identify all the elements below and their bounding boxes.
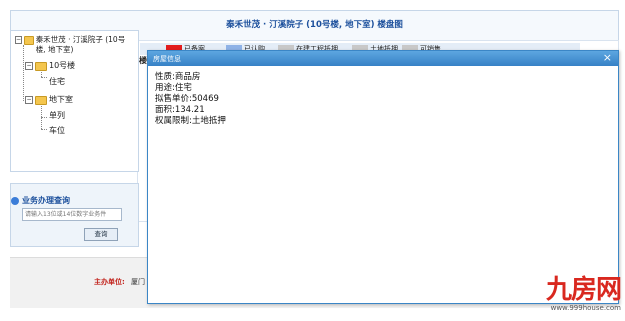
logo-text: 九房网 [545,275,622,305]
tree-connector [41,117,47,118]
close-icon[interactable]: × [603,52,612,64]
detail-area: 面积:134.21 [155,105,205,115]
tree-connector [41,77,47,78]
query-title: 业务办理查询 [11,195,70,206]
tree-node-label[interactable]: 单列 [49,111,65,121]
tree-node-parking[interactable]: 车位 [49,126,65,136]
tree-node-building[interactable]: − 10号楼 [25,61,75,71]
dialog-titlebar[interactable]: 房屋信息 × [148,51,618,66]
detail-unit-price: 拟售单价:50469 [155,94,219,104]
info-icon [11,196,19,205]
tree-connector [41,101,42,129]
tree-node-root[interactable]: − 秦禾世茂 · 汀溪院子 (10号楼, 地下室) [15,35,133,55]
tree-node-label[interactable]: 10号楼 [49,61,75,71]
collapse-icon[interactable]: − [25,96,33,104]
tree-node-label[interactable]: 住宅 [49,77,65,87]
tree-node-residential[interactable]: 住宅 [49,77,65,87]
detail-ownership-restriction: 权属限制:土地抵押 [155,116,226,126]
collapse-icon[interactable]: − [15,36,23,44]
detail-usage: 用途:住宅 [155,83,192,93]
business-number-input[interactable] [22,208,122,221]
tree-node-label[interactable]: 车位 [49,126,65,136]
detail-nature: 性质:商品房 [155,72,201,82]
folder-open-icon [35,62,47,71]
house-details: 性质:商品房 用途:住宅 拟售单价:50469 面积:134.21 权属限制:土… [155,72,226,127]
house-info-dialog: 房屋信息 × 性质:商品房 用途:住宅 拟售单价:50469 面积:134.21… [147,50,619,304]
logo-url: www.999house.com [550,304,621,312]
building-tree: − 秦禾世茂 · 汀溪院子 (10号楼, 地下室) − 10号楼 住宅 − 地下… [10,30,139,172]
collapse-icon[interactable]: − [25,62,33,70]
search-button[interactable]: 查询 [84,228,118,241]
tree-node-basement[interactable]: − 地下室 [25,95,73,105]
folder-open-icon [24,36,34,45]
tree-connector [41,129,47,130]
dialog-title: 房屋信息 [153,55,181,63]
sponsor-value: 厦门 [131,278,145,286]
folder-open-icon [35,96,47,105]
sponsor-label: 主办单位: [94,278,125,286]
tree-node-label[interactable]: 秦禾世茂 · 汀溪院子 (10号楼, 地下室) [36,35,133,55]
query-title-label: 业务办理查询 [22,196,70,205]
site-logo: 九房网 www.999house.com [545,275,622,312]
tree-node-single[interactable]: 单列 [49,111,65,121]
page-title: 秦禾世茂 · 汀溪院子 (10号楼, 地下室) 楼盘图 [226,20,403,30]
tree-node-label[interactable]: 地下室 [49,95,73,105]
